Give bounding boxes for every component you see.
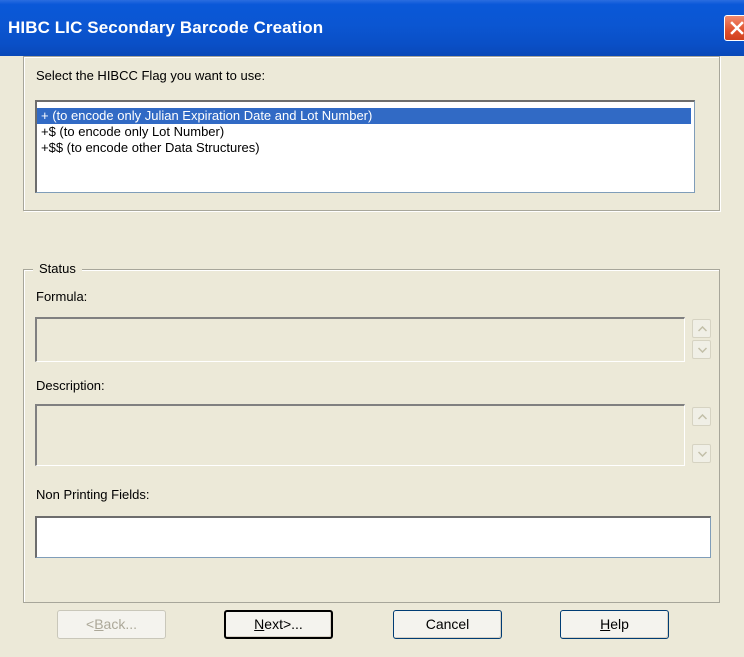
non-printing-fields-input[interactable] — [35, 516, 711, 558]
flag-option-julian-lot[interactable]: + (to encode only Julian Expiration Date… — [37, 108, 691, 124]
close-icon — [730, 21, 744, 35]
formula-scroll-up-button[interactable] — [692, 319, 711, 338]
status-legend: Status — [33, 261, 82, 276]
help-button-label: elp — [610, 616, 629, 632]
chevron-up-icon — [698, 326, 707, 332]
next-button-mnemonic: N — [254, 616, 265, 632]
help-button[interactable]: Help — [560, 610, 669, 639]
back-button-label: ack... — [103, 616, 137, 632]
window-title: HIBC LIC Secondary Barcode Creation — [8, 18, 324, 37]
help-button-mnemonic: H — [600, 616, 611, 632]
description-label: Description: — [36, 378, 105, 393]
non-printing-fields-label: Non Printing Fields: — [36, 487, 150, 502]
chevron-down-icon — [698, 347, 707, 353]
back-button-mnemonic: B — [94, 616, 104, 632]
chevron-up-icon — [698, 414, 707, 420]
back-button-prefix: < — [86, 616, 95, 632]
close-button[interactable] — [724, 15, 744, 41]
description-scroll-down-button[interactable] — [692, 444, 711, 463]
flag-listbox[interactable]: + (to encode only Julian Expiration Date… — [35, 100, 695, 193]
description-field — [35, 404, 685, 466]
cancel-button[interactable]: Cancel — [393, 610, 502, 639]
next-button-label: ext>... — [264, 616, 303, 632]
flag-select-label: Select the HIBCC Flag you want to use: — [36, 68, 266, 83]
title-bar[interactable]: HIBC LIC Secondary Barcode Creation — [0, 0, 744, 56]
formula-label: Formula: — [36, 289, 88, 304]
formula-field — [35, 317, 685, 362]
flag-option-lot[interactable]: +$ (to encode only Lot Number) — [41, 124, 224, 140]
chevron-down-icon — [698, 451, 707, 457]
back-button[interactable]: <Back... — [57, 610, 166, 639]
formula-scroll-down-button[interactable] — [692, 340, 711, 359]
next-button[interactable]: Next>... — [224, 610, 333, 639]
description-scroll-up-button[interactable] — [692, 407, 711, 426]
flag-option-other[interactable]: +$$ (to encode other Data Structures) — [41, 140, 260, 156]
